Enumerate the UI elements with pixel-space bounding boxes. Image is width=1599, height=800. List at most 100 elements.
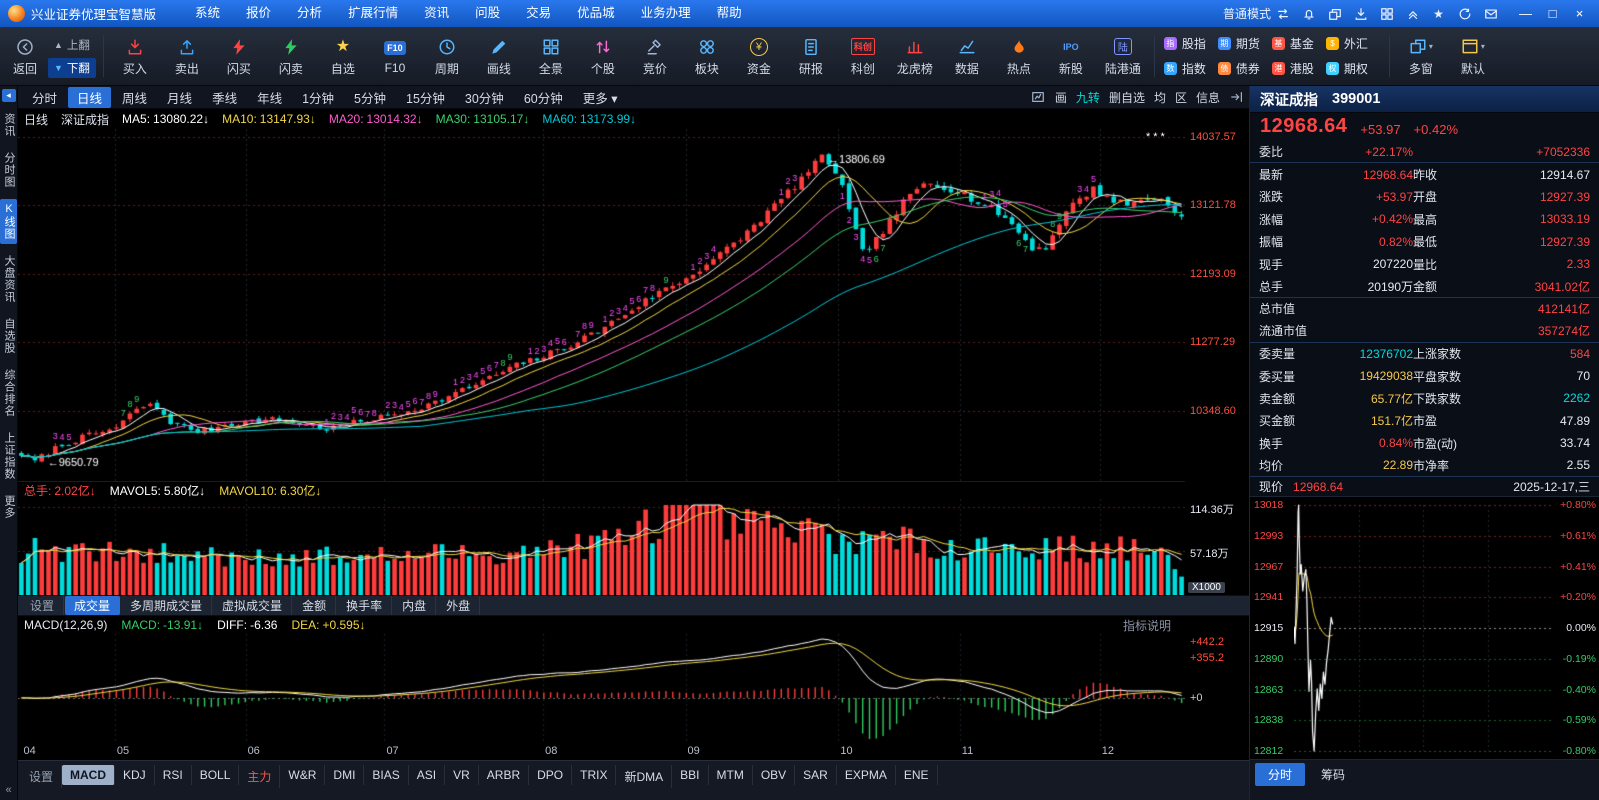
sidebar-item-大盘资讯[interactable]: 大盘资讯 xyxy=(0,251,17,307)
apps-icon[interactable] xyxy=(1378,5,1395,22)
tray-icon[interactable] xyxy=(1352,5,1369,22)
sidebar-item-自选股[interactable]: 自选股 xyxy=(0,314,17,358)
chevrons-icon[interactable] xyxy=(1404,5,1421,22)
indicator-tab-DMI[interactable]: DMI xyxy=(325,765,364,785)
toolbar-button-f10[interactable]: F10F10 xyxy=(369,29,421,83)
chart-tool-区[interactable]: 区 xyxy=(1175,89,1187,106)
period-tab-15分钟[interactable]: 15分钟 xyxy=(397,87,454,108)
period-tab-季线[interactable]: 季线 xyxy=(203,87,246,108)
period-tab-1分钟[interactable]: 1分钟 xyxy=(293,87,343,108)
period-tab-60分钟[interactable]: 60分钟 xyxy=(515,87,572,108)
close-button[interactable]: × xyxy=(1566,3,1593,24)
indicator-tab-BIAS[interactable]: BIAS xyxy=(364,765,408,785)
default-layout-button[interactable]: ▾ 默认 xyxy=(1447,29,1499,83)
indicator-tab-EXPMA[interactable]: EXPMA xyxy=(837,765,896,785)
menubar-item[interactable]: 系统 xyxy=(182,0,233,27)
stack-icon[interactable] xyxy=(1326,5,1343,22)
chart-tool-删自选[interactable]: 删自选 xyxy=(1109,89,1145,106)
indicator-tab-ARBR[interactable]: ARBR xyxy=(479,765,529,785)
toolbar-button-flash-buy[interactable]: 闪买 xyxy=(213,29,265,83)
toolbar-button-stock-arrows[interactable]: 个股 xyxy=(577,29,629,83)
indicator-tab-ENE[interactable]: ENE xyxy=(896,765,938,785)
toolbar-button-pencil[interactable]: 画线 xyxy=(473,29,525,83)
flip-up-button[interactable]: ▲ 上翻 xyxy=(48,35,96,55)
period-tab-日线[interactable]: 日线 xyxy=(68,87,111,108)
market-category-item[interactable]: 权期权 xyxy=(1326,56,1380,81)
period-tab-周线[interactable]: 周线 xyxy=(113,87,156,108)
mail-icon[interactable] xyxy=(1482,5,1499,22)
menubar-item[interactable]: 业务办理 xyxy=(628,0,704,27)
toolbar-button-ranking[interactable]: 龙虎榜 xyxy=(889,29,941,83)
toolbar-button-flame[interactable]: 热点 xyxy=(993,29,1045,83)
period-tab-5分钟[interactable]: 5分钟 xyxy=(345,87,395,108)
indicator-help-link[interactable]: 指标说明 xyxy=(1123,617,1171,634)
toolbar-button-sell[interactable]: 卖出 xyxy=(161,29,213,83)
bell-icon[interactable] xyxy=(1300,5,1317,22)
toolbar-button-buy[interactable]: 买入 xyxy=(109,29,161,83)
draw-window-icon[interactable] xyxy=(1031,90,1046,105)
menubar-item[interactable]: 扩展行情 xyxy=(335,0,411,27)
volume-tab-设置[interactable]: 设置 xyxy=(21,596,64,615)
multi-window-button[interactable]: ▾ 多窗 xyxy=(1395,29,1447,83)
sidebar-item-K线图[interactable]: K线图 xyxy=(0,199,17,244)
sidebar-item-资讯[interactable]: 资讯 xyxy=(0,109,17,141)
toolbar-button-data[interactable]: 数据 xyxy=(941,29,993,83)
menubar-item[interactable]: 分析 xyxy=(284,0,335,27)
mini-tab-分时[interactable]: 分时 xyxy=(1255,763,1305,786)
toolbar-button-flash-sell[interactable]: 闪卖 xyxy=(265,29,317,83)
market-category-item[interactable]: 数指数 xyxy=(1164,56,1218,81)
toolbar-button-ipo[interactable]: IPO新股 xyxy=(1045,29,1097,83)
toolbar-button-sector[interactable]: 板块 xyxy=(681,29,733,83)
back-button[interactable]: 返回 xyxy=(4,29,46,83)
indicator-tab-MACD[interactable]: MACD xyxy=(62,765,115,785)
period-tab-更多[interactable]: 更多 ▾ xyxy=(574,87,627,108)
chart-tool-画[interactable]: 画 xyxy=(1055,89,1067,106)
menubar-item[interactable]: 资讯 xyxy=(411,0,462,27)
indicator-tab-MTM[interactable]: MTM xyxy=(709,765,753,785)
period-tab-30分钟[interactable]: 30分钟 xyxy=(456,87,513,108)
flip-down-button[interactable]: ▼ 下翻 xyxy=(48,58,96,78)
indicator-tab-ASI[interactable]: ASI xyxy=(409,765,445,785)
menubar-item[interactable]: 报价 xyxy=(233,0,284,27)
sidebar-item-综合排名[interactable]: 综合排名 xyxy=(0,365,17,421)
indicator-tab-W&R[interactable]: W&R xyxy=(280,765,325,785)
menubar-item[interactable]: 问股 xyxy=(462,0,513,27)
market-category-item[interactable]: 期期货 xyxy=(1218,31,1272,56)
maximize-button[interactable]: □ xyxy=(1539,3,1566,24)
indicator-tab-RSI[interactable]: RSI xyxy=(155,765,192,785)
toolbar-button-report[interactable]: 研报 xyxy=(785,29,837,83)
volume-tab-虚拟成交量[interactable]: 虚拟成交量 xyxy=(213,596,292,615)
period-tab-分时[interactable]: 分时 xyxy=(23,87,66,108)
volume-tab-内盘[interactable]: 内盘 xyxy=(393,596,436,615)
mode-switcher[interactable]: 普通模式 xyxy=(1223,5,1291,22)
volume-tab-金额[interactable]: 金额 xyxy=(293,596,336,615)
market-category-item[interactable]: 债债券 xyxy=(1218,56,1272,81)
toolbar-button-hk-connect[interactable]: 陆陆港通 xyxy=(1097,29,1149,83)
macd-canvas[interactable] xyxy=(18,634,1185,744)
volume-tab-成交量[interactable]: 成交量 xyxy=(65,596,120,615)
chart-tool-信息[interactable]: 信息 xyxy=(1196,89,1220,106)
mini-tab-筹码[interactable]: 筹码 xyxy=(1308,763,1358,786)
indicator-tab-BOLL[interactable]: BOLL xyxy=(192,765,240,785)
toolbar-button-money[interactable]: ¥资金 xyxy=(733,29,785,83)
indicator-tab-KDJ[interactable]: KDJ xyxy=(115,765,155,785)
period-tab-年线[interactable]: 年线 xyxy=(248,87,291,108)
indicator-tab-TRIX[interactable]: TRIX xyxy=(572,765,616,785)
toolbar-button-kechuang[interactable]: 科创科创 xyxy=(837,29,889,83)
indicator-tab-新DMA[interactable]: 新DMA xyxy=(616,765,672,788)
mini-chart-canvas[interactable] xyxy=(1294,497,1552,759)
chart-tool-九转[interactable]: 九转 xyxy=(1076,89,1100,106)
indicator-tab-DPO[interactable]: DPO xyxy=(529,765,572,785)
indicator-tab-BBI[interactable]: BBI xyxy=(672,765,708,785)
chart-tool-均[interactable]: 均 xyxy=(1154,89,1166,106)
sidebar-item-更多[interactable]: 更多 xyxy=(0,491,17,523)
menubar-item[interactable]: 交易 xyxy=(513,0,564,27)
sidebar-collapse-icon[interactable]: ◂ xyxy=(2,89,16,102)
collapse-panel-icon[interactable] xyxy=(1229,90,1244,105)
indicator-tab-SAR[interactable]: SAR xyxy=(795,765,837,785)
volume-tab-外盘[interactable]: 外盘 xyxy=(437,596,480,615)
minimize-button[interactable]: — xyxy=(1512,3,1539,24)
indicator-tab-VR[interactable]: VR xyxy=(445,765,479,785)
volume-tab-换手率[interactable]: 换手率 xyxy=(337,596,392,615)
toolbar-button-clock[interactable]: 周期 xyxy=(421,29,473,83)
